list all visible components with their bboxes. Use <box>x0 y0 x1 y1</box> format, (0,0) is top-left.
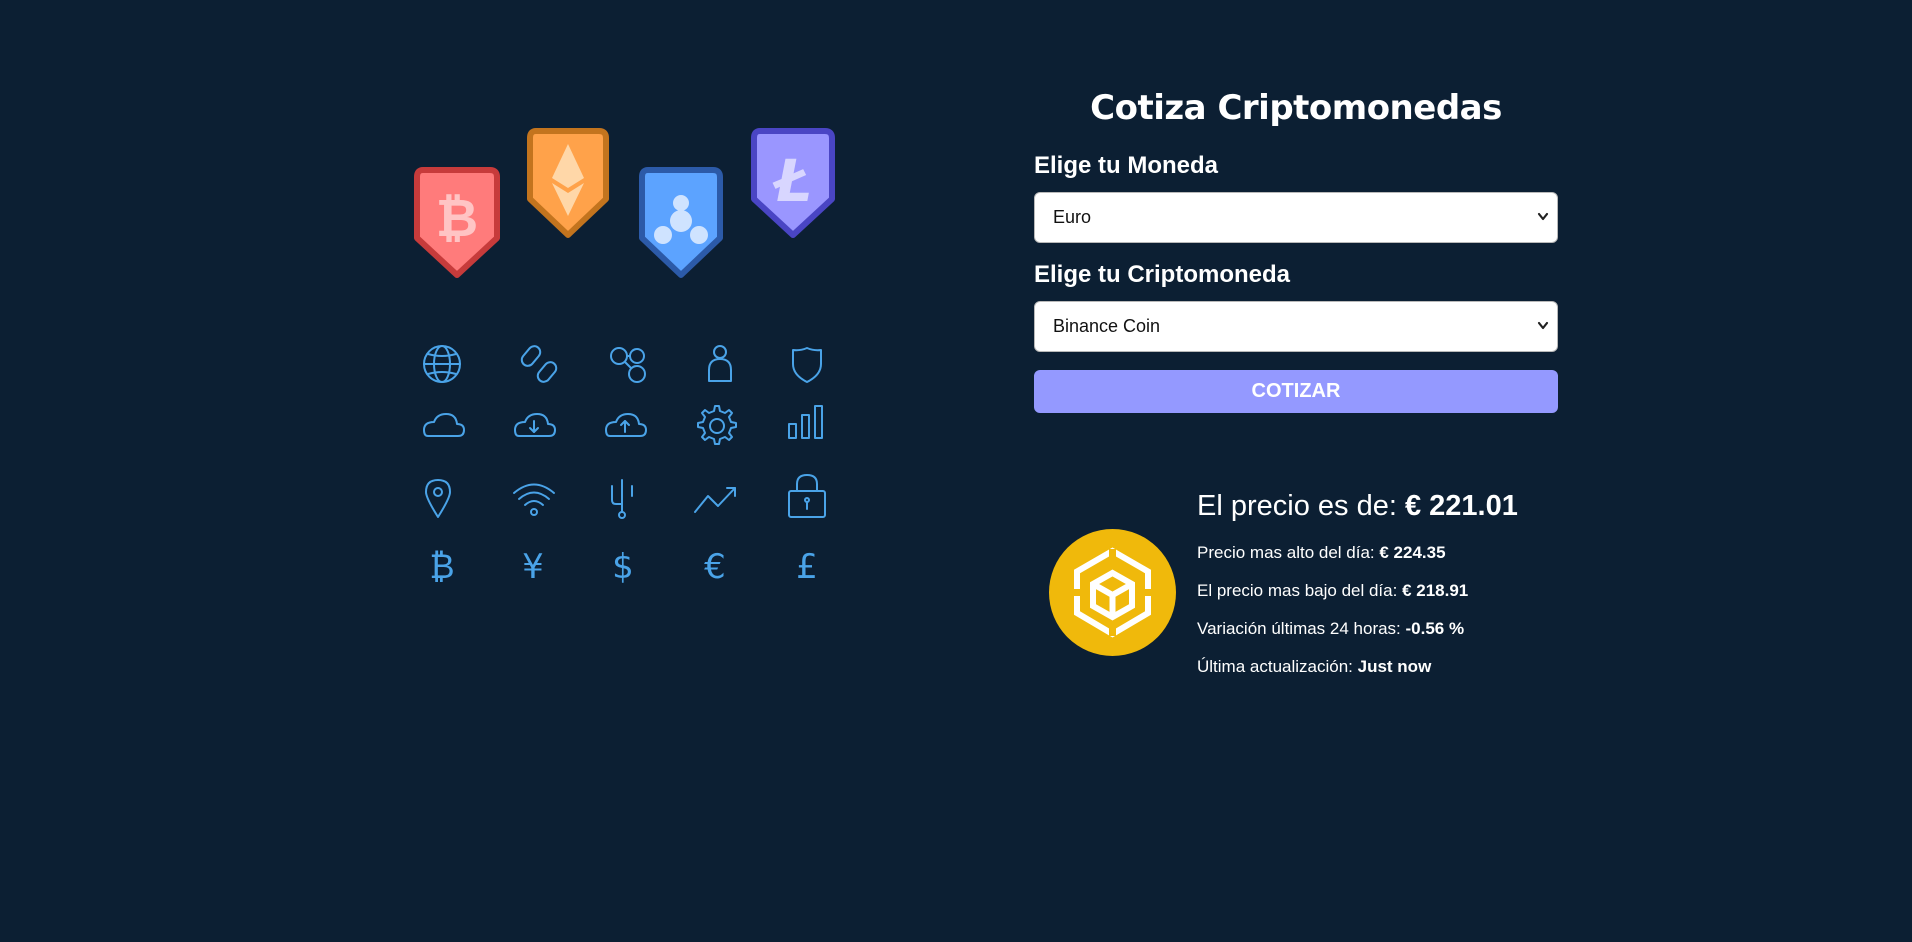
link-icon <box>520 345 558 383</box>
price-line: El precio es de: € 221.01 <box>1197 490 1567 523</box>
quote-details: El precio es de: € 221.01 Precio mas alt… <box>1197 490 1567 695</box>
bitcoin-icon: ₿ <box>429 547 454 587</box>
pound-icon: £ <box>796 547 818 587</box>
yen-icon: ¥ <box>522 547 544 587</box>
high-value: € 224.35 <box>1379 543 1446 562</box>
cloud-icon <box>423 413 465 437</box>
crypto-select-value: Binance Coin <box>1053 316 1161 336</box>
ripple-badge <box>639 167 723 278</box>
high-label: Precio mas alto del día: <box>1197 543 1380 562</box>
user-icon <box>708 345 732 382</box>
binance-coin-logo <box>1049 529 1176 656</box>
change-value: -0.56 % <box>1405 619 1465 638</box>
svg-text:₿: ₿ <box>436 189 478 249</box>
chevron-down-icon <box>1537 212 1549 221</box>
crypto-illustration: ₿ Ł ₿ ¥ $ € £ <box>405 120 855 600</box>
shield-icon <box>792 347 822 383</box>
padlock-icon <box>788 474 826 518</box>
cloud-upload-icon <box>605 413 647 437</box>
dollar-icon: $ <box>612 547 634 587</box>
gear-icon <box>697 405 737 445</box>
chevron-down-icon <box>1537 321 1549 330</box>
updated-line: Última actualización: Just now <box>1197 657 1567 677</box>
app-page: ₿ Ł ₿ ¥ $ € £ Cotiza Criptomonedas Elige… <box>0 0 1912 942</box>
low-label: El precio mas bajo del día: <box>1197 581 1403 600</box>
low-line: El precio mas bajo del día: € 218.91 <box>1197 581 1567 601</box>
change-line: Variación últimas 24 horas: -0.56 % <box>1197 619 1567 639</box>
currency-select[interactable]: Euro <box>1034 192 1558 243</box>
svg-text:Ł: Ł <box>772 147 812 215</box>
litecoin-badge: Ł <box>751 128 835 238</box>
quote-form: Cotiza Criptomonedas Elige tu Moneda Eur… <box>1034 80 1558 413</box>
location-pin-icon <box>425 479 451 518</box>
updated-value: Just now <box>1357 657 1432 676</box>
updated-label: Última actualización: <box>1197 657 1358 676</box>
wifi-icon <box>513 483 555 516</box>
euro-icon: € <box>704 547 726 587</box>
crypto-label: Elige tu Criptomoneda <box>1034 261 1291 288</box>
price-value: € 221.01 <box>1404 490 1518 522</box>
crypto-select[interactable]: Binance Coin <box>1034 301 1558 352</box>
quote-result: El precio es de: € 221.01 Precio mas alt… <box>1049 490 1569 710</box>
trend-up-icon <box>694 487 736 513</box>
currency-select-value: Euro <box>1053 207 1092 227</box>
globe-icon <box>423 345 461 383</box>
network-icon <box>610 347 646 383</box>
bitcoin-badge: ₿ <box>414 167 500 278</box>
fork-icon <box>611 479 633 519</box>
low-value: € 218.91 <box>1402 581 1469 600</box>
bar-chart-icon <box>788 405 823 439</box>
currency-label: Elige tu Moneda <box>1034 152 1219 179</box>
high-line: Precio mas alto del día: € 224.35 <box>1197 543 1567 563</box>
change-label: Variación últimas 24 horas: <box>1197 619 1406 638</box>
price-label: El precio es de: <box>1197 490 1405 522</box>
ethereum-badge <box>527 128 609 238</box>
cotizar-button[interactable]: COTIZAR <box>1034 370 1558 413</box>
page-title: Cotiza Criptomonedas <box>1090 88 1502 128</box>
cloud-download-icon <box>514 413 556 437</box>
